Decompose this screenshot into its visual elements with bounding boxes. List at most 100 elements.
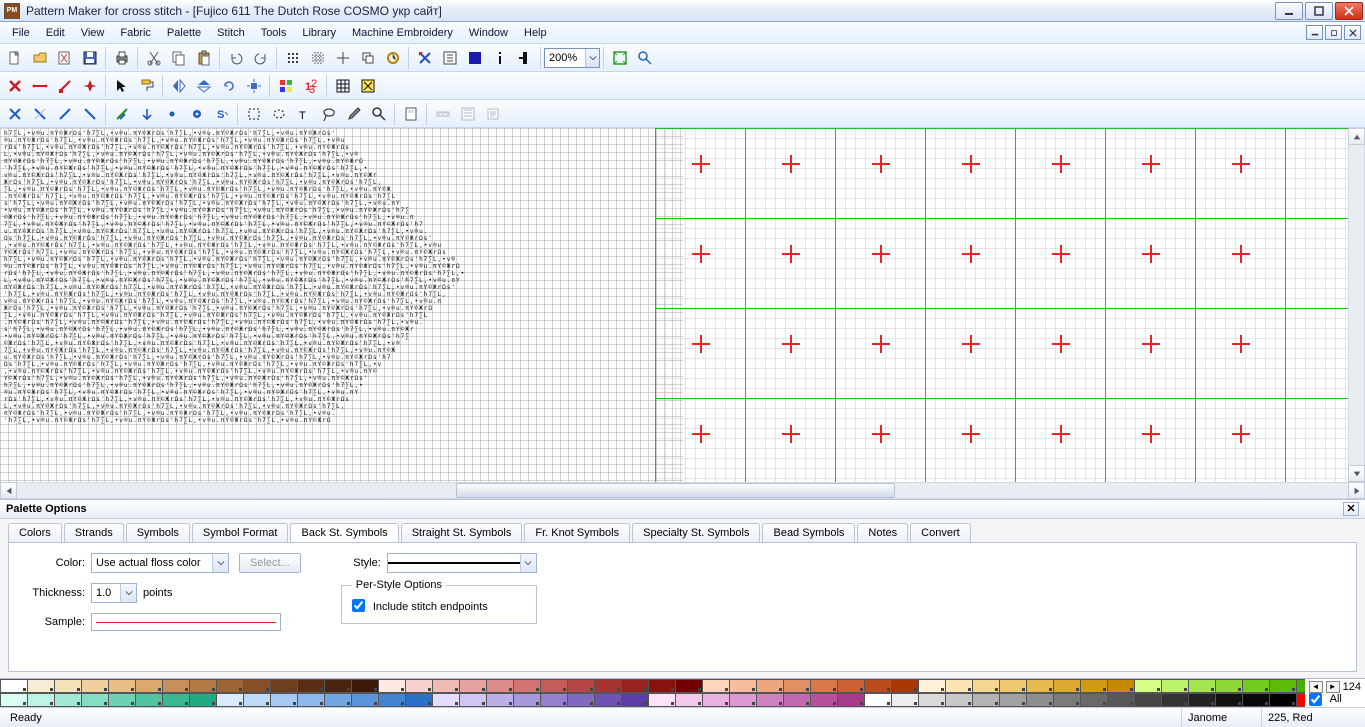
color-swatch[interactable] (459, 679, 486, 693)
color-swatch[interactable] (648, 693, 675, 707)
zoom-input[interactable] (545, 51, 585, 65)
grid-dots-icon[interactable] (281, 46, 304, 69)
color-swatch[interactable] (324, 679, 351, 693)
color-swatch[interactable] (702, 693, 729, 707)
color-swatch[interactable] (891, 693, 918, 707)
save-icon[interactable] (78, 46, 101, 69)
color-swatch[interactable] (54, 679, 81, 693)
tab-bead-symbols[interactable]: Bead Symbols (762, 523, 855, 542)
lasso-icon[interactable] (317, 102, 340, 125)
color-combo-value[interactable] (92, 556, 212, 570)
color-palette-icon[interactable] (274, 74, 297, 97)
color-swatch[interactable] (540, 679, 567, 693)
ruler-h-icon[interactable] (431, 102, 454, 125)
menu-fabric[interactable]: Fabric (112, 24, 159, 42)
half-cross-icon[interactable] (28, 102, 51, 125)
pattern-canvas[interactable]: h7∑L,•v®u.πY©ЖrΩs'h7∑L,•v®u.πY©ЖrΩs'h7∑L… (0, 128, 1365, 482)
menu-view[interactable]: View (73, 24, 113, 42)
color-swatch[interactable] (405, 679, 432, 693)
color-swatch[interactable] (1161, 693, 1188, 707)
chevron-down-icon[interactable] (212, 554, 228, 572)
color-swatch[interactable] (513, 679, 540, 693)
arrow-cursor-icon[interactable] (110, 74, 133, 97)
color-swatch[interactable] (783, 679, 810, 693)
color-swatch[interactable] (1296, 679, 1305, 693)
color-swatch[interactable] (621, 693, 648, 707)
color-swatch[interactable] (378, 679, 405, 693)
full-cross-icon[interactable] (3, 102, 26, 125)
solid-view-icon[interactable] (463, 46, 486, 69)
color-swatch[interactable] (162, 679, 189, 693)
color-swatch[interactable] (378, 693, 405, 707)
undo-icon[interactable] (224, 46, 247, 69)
style-combo[interactable] (387, 553, 537, 573)
color-swatch[interactable] (1134, 693, 1161, 707)
color-swatch[interactable] (1107, 679, 1134, 693)
count-icon[interactable]: 123 (299, 74, 322, 97)
color-swatch[interactable] (162, 693, 189, 707)
tab-symbols[interactable]: Symbols (126, 523, 190, 542)
color-swatch[interactable] (1080, 693, 1107, 707)
diag-right-icon[interactable] (78, 102, 101, 125)
copy-icon[interactable] (167, 46, 190, 69)
grid-large-icon[interactable] (331, 46, 354, 69)
eyedropper-icon[interactable] (342, 102, 365, 125)
color-swatch[interactable] (81, 693, 108, 707)
color-swatch[interactable] (1080, 679, 1107, 693)
color-swatch[interactable] (0, 693, 27, 707)
diag-left-icon[interactable] (53, 102, 76, 125)
menu-edit[interactable]: Edit (38, 24, 73, 42)
color-combo[interactable] (91, 553, 229, 573)
color-swatch[interactable] (594, 679, 621, 693)
color-swatch[interactable] (540, 693, 567, 707)
chevron-down-icon[interactable] (585, 49, 599, 67)
minimize-button[interactable] (1275, 2, 1303, 20)
thickness-combo[interactable] (91, 583, 137, 603)
zoom-icon[interactable] (633, 46, 656, 69)
color-swatch[interactable] (459, 693, 486, 707)
color-swatch[interactable] (135, 679, 162, 693)
color-swatch[interactable] (135, 693, 162, 707)
convert-icon[interactable] (381, 46, 404, 69)
color-swatch[interactable] (1026, 693, 1053, 707)
grid-toggle-icon[interactable] (331, 74, 354, 97)
scroll-left-icon[interactable] (0, 482, 17, 499)
color-swatch[interactable] (1296, 693, 1305, 707)
select-color-button[interactable]: Select... (239, 553, 301, 573)
close-file-icon[interactable] (53, 46, 76, 69)
color-swatch[interactable] (1242, 693, 1269, 707)
color-swatch[interactable] (189, 679, 216, 693)
color-swatch[interactable] (567, 679, 594, 693)
page-layout-icon[interactable] (399, 102, 422, 125)
grid-lines-icon[interactable] (513, 46, 536, 69)
menu-file[interactable]: File (4, 24, 38, 42)
color-swatch[interactable] (1215, 693, 1242, 707)
knot-dot-icon[interactable] (160, 102, 183, 125)
grid-canvas[interactable] (655, 128, 1348, 482)
color-swatch[interactable] (756, 679, 783, 693)
scroll-right-icon[interactable] (1348, 482, 1365, 499)
color-swatch[interactable] (216, 693, 243, 707)
cross-stitch-red-icon[interactable] (3, 74, 26, 97)
select-ellipse-icon[interactable] (267, 102, 290, 125)
color-swatch[interactable] (945, 679, 972, 693)
new-file-icon[interactable] (3, 46, 26, 69)
color-swatch[interactable] (27, 679, 54, 693)
color-swatch[interactable] (594, 693, 621, 707)
scroll-thumb[interactable] (456, 483, 895, 498)
color-swatch[interactable] (0, 679, 27, 693)
layers-icon[interactable] (356, 46, 379, 69)
text-block-icon[interactable] (481, 102, 504, 125)
special-stitch-icon[interactable] (78, 74, 101, 97)
color-swatch[interactable] (810, 679, 837, 693)
color-swatch[interactable] (486, 693, 513, 707)
zoom-combo[interactable] (544, 48, 600, 68)
color-swatch[interactable] (108, 693, 135, 707)
color-swatch[interactable] (972, 679, 999, 693)
mdi-restore-button[interactable] (1325, 25, 1342, 40)
tab-back-st-symbols[interactable]: Back St. Symbols (290, 523, 398, 542)
color-swatch[interactable] (1269, 679, 1296, 693)
color-swatch[interactable] (1161, 679, 1188, 693)
mdi-minimize-button[interactable] (1306, 25, 1323, 40)
color-swatch[interactable] (486, 679, 513, 693)
